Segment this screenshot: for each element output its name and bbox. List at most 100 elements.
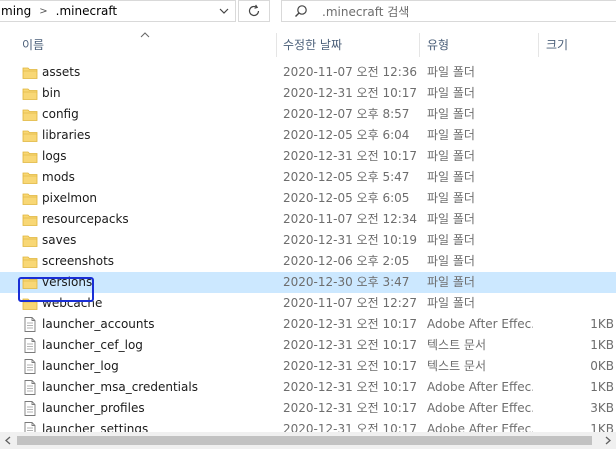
horizontal-scrollbar[interactable] — [0, 432, 616, 449]
item-date-modified: 2020-12-31 오전 10:17 — [283, 149, 418, 163]
folder-row[interactable]: assets 2020-11-07 오전 12:36 파일 폴더 — [0, 62, 616, 83]
item-type: 파일 폴더 — [427, 275, 475, 289]
item-type: 파일 폴더 — [427, 86, 475, 100]
folder-row[interactable]: saves 2020-12-31 오전 10:19 파일 폴더 — [0, 230, 616, 251]
item-type: Adobe After Effec... — [427, 380, 533, 394]
scroll-right-arrow-icon[interactable] — [604, 436, 612, 445]
item-type: 파일 폴더 — [427, 65, 475, 79]
folder-icon — [22, 151, 38, 163]
column-name[interactable]: 이름 — [22, 31, 44, 59]
item-name: pixelmon — [42, 191, 98, 205]
item-type: 파일 폴더 — [427, 296, 475, 310]
folder-row[interactable]: resourcepacks 2020-11-07 오전 12:34 파일 폴더 — [0, 209, 616, 230]
item-type: 파일 폴더 — [427, 128, 475, 142]
toolbar: ming > .minecraft .minecraft 검색 — [0, 0, 616, 24]
refresh-button[interactable] — [238, 0, 270, 22]
folder-icon — [22, 277, 38, 289]
sort-ascending-icon — [140, 32, 150, 38]
item-name: launcher_log — [42, 359, 119, 373]
address-bar[interactable]: ming > .minecraft — [0, 0, 236, 22]
item-name: config — [42, 107, 79, 121]
file-row[interactable]: launcher_log 2020-12-31 오전 10:17 텍스트 문서 0KB — [0, 356, 616, 377]
folder-row[interactable]: libraries 2020-12-05 오후 6:04 파일 폴더 — [0, 125, 616, 146]
column-type[interactable]: 유형 — [427, 31, 449, 59]
folder-row[interactable]: mods 2020-12-05 오후 5:47 파일 폴더 — [0, 167, 616, 188]
folder-row[interactable]: config 2020-12-07 오후 8:57 파일 폴더 — [0, 104, 616, 125]
folder-row[interactable]: versions 2020-12-30 오후 3:47 파일 폴더 — [0, 272, 616, 293]
item-name: launcher_cef_log — [42, 338, 143, 352]
file-row[interactable]: launcher_accounts 2020-12-31 오전 10:17 Adob… — [0, 314, 616, 335]
folder-row[interactable]: logs 2020-12-31 오전 10:17 파일 폴더 — [0, 146, 616, 167]
item-type: 파일 폴더 — [427, 170, 475, 184]
item-date-modified: 2020-11-07 오전 12:34 — [283, 212, 418, 226]
item-name: versions — [42, 275, 93, 289]
folder-icon — [22, 298, 38, 310]
item-size: 1KB — [590, 317, 614, 331]
folder-icon — [22, 235, 38, 247]
item-date-modified: 2020-12-31 오전 10:17 — [283, 401, 418, 415]
item-type: 파일 폴더 — [427, 212, 475, 226]
item-type: Adobe After Effec... — [427, 317, 533, 331]
folder-row[interactable]: pixelmon 2020-12-05 오후 6:05 파일 폴더 — [0, 188, 616, 209]
item-type: Adobe After Effec... — [427, 401, 533, 415]
folder-icon — [22, 130, 38, 142]
item-name: saves — [42, 233, 77, 247]
column-date-modified[interactable]: 수정한 날짜 — [283, 31, 342, 59]
item-name: mods — [42, 170, 75, 184]
item-date-modified: 2020-12-05 오후 6:04 — [283, 128, 410, 142]
item-type: 파일 폴더 — [427, 107, 475, 121]
folder-row[interactable]: bin 2020-12-31 오전 10:17 파일 폴더 — [0, 83, 616, 104]
item-name: launcher_profiles — [42, 401, 145, 415]
item-size: 1KB — [590, 380, 614, 394]
column-divider[interactable] — [538, 33, 539, 57]
breadcrumb-chevron-icon[interactable]: > — [39, 6, 47, 17]
folder-icon — [22, 67, 38, 79]
item-name: assets — [42, 65, 81, 79]
item-name: launcher_accounts — [42, 317, 155, 331]
item-date-modified: 2020-12-06 오후 2:05 — [283, 254, 410, 268]
column-size[interactable]: 크기 — [546, 31, 568, 59]
breadcrumb-parent[interactable]: ming — [0, 4, 31, 18]
document-icon — [24, 338, 36, 353]
item-name: bin — [42, 86, 61, 100]
item-type: 텍스트 문서 — [427, 359, 487, 373]
file-row[interactable]: launcher_cef_log 2020-12-31 오전 10:17 텍스트 문… — [0, 335, 616, 356]
folder-icon — [22, 214, 38, 226]
folder-icon — [22, 88, 38, 100]
column-header: 이름 수정한 날짜 유형 크기 — [0, 31, 616, 59]
search-box[interactable]: .minecraft 검색 — [281, 0, 616, 22]
file-list: assets 2020-11-07 오전 12:36 파일 폴더 bin 2020-1… — [0, 62, 616, 440]
item-type: 텍스트 문서 — [427, 338, 487, 352]
folder-icon — [22, 172, 38, 184]
breadcrumb-current[interactable]: .minecraft — [56, 4, 117, 18]
item-date-modified: 2020-12-31 오전 10:17 — [283, 380, 418, 394]
item-name: logs — [42, 149, 67, 163]
document-icon — [24, 401, 36, 416]
item-date-modified: 2020-12-31 오전 10:17 — [283, 317, 418, 331]
refresh-icon — [248, 4, 260, 17]
document-icon — [24, 359, 36, 374]
folder-icon — [22, 109, 38, 121]
file-row[interactable]: launcher_profiles 2020-12-31 오전 10:17 Adob… — [0, 398, 616, 419]
column-divider[interactable] — [419, 33, 420, 57]
folder-row[interactable]: screenshots 2020-12-06 오후 2:05 파일 폴더 — [0, 251, 616, 272]
scroll-left-arrow-icon[interactable] — [4, 436, 12, 445]
search-icon — [295, 5, 307, 17]
search-placeholder: .minecraft 검색 — [322, 4, 410, 19]
item-size: 0KB — [590, 359, 614, 373]
file-row[interactable]: launcher_msa_credentials 2020-12-31 오전 10… — [0, 377, 616, 398]
item-type: 파일 폴더 — [427, 149, 475, 163]
item-type: 파일 폴더 — [427, 254, 475, 268]
item-type: 파일 폴더 — [427, 233, 475, 247]
item-date-modified: 2020-11-07 오전 12:27 — [283, 296, 418, 310]
folder-row[interactable]: webcache 2020-11-07 오전 12:27 파일 폴더 — [0, 293, 616, 314]
scrollbar-thumb[interactable] — [17, 436, 592, 445]
item-size: 3KB — [590, 401, 614, 415]
item-date-modified: 2020-11-07 오전 12:36 — [283, 65, 418, 79]
item-size: 1KB — [590, 338, 614, 352]
folder-icon — [22, 256, 38, 268]
address-dropdown-chevron-icon[interactable] — [219, 5, 229, 17]
item-date-modified: 2020-12-31 오전 10:17 — [283, 86, 418, 100]
column-divider[interactable] — [276, 33, 277, 57]
folder-icon — [22, 193, 38, 205]
